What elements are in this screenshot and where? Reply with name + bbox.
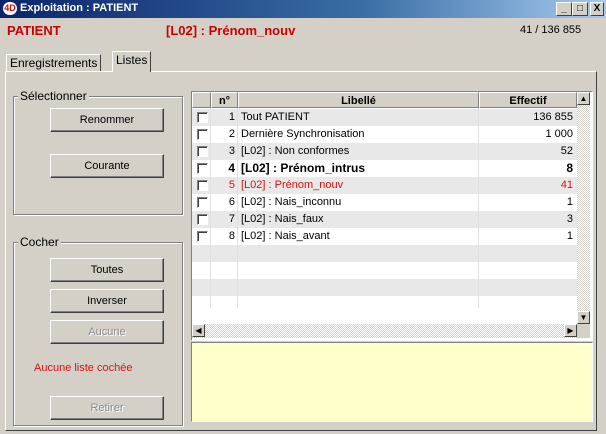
row-count: 41 bbox=[560, 179, 573, 191]
tab-enregistrements[interactable]: Enregistrements bbox=[6, 54, 102, 72]
scroll-down-arrow-icon[interactable]: ▼ bbox=[577, 311, 590, 324]
check-all-button[interactable]: Toutes bbox=[50, 258, 164, 282]
header-label[interactable]: Libellé bbox=[238, 92, 479, 108]
table-row[interactable]: 5 [L02] : Prénom_nouv 41 bbox=[192, 177, 577, 194]
check-status-text: Aucune liste cochée bbox=[34, 362, 133, 374]
column-divider bbox=[478, 108, 479, 308]
row-count: 1 bbox=[566, 196, 573, 208]
table-row[interactable]: 8 [L02] : Nais_avant 1 bbox=[192, 228, 577, 245]
row-number: 6 bbox=[228, 196, 235, 208]
table-row[interactable]: 2 Dernière Synchronisation 1 000 bbox=[192, 126, 577, 143]
close-button[interactable]: X bbox=[590, 2, 604, 16]
select-group-title: Sélectionner bbox=[18, 89, 89, 103]
table-row[interactable]: 7 [L02] : Nais_faux 3 bbox=[192, 211, 577, 228]
row-label: [L02] : Prénom_nouv bbox=[241, 179, 344, 191]
row-label: [L02] : Nais_faux bbox=[241, 213, 324, 225]
tab-listes[interactable]: Listes bbox=[112, 51, 152, 72]
row-number: 4 bbox=[228, 161, 235, 175]
table-row-empty bbox=[192, 279, 577, 296]
table-row[interactable]: 3 [L02] : Non conformes 52 bbox=[192, 143, 577, 160]
row-count: 3 bbox=[566, 213, 573, 225]
table-row-empty bbox=[192, 296, 577, 313]
table-row-empty bbox=[192, 262, 577, 279]
4d-app-icon[interactable]: 4D bbox=[3, 2, 17, 15]
horizontal-scrollbar[interactable] bbox=[192, 324, 577, 338]
row-checkbox[interactable] bbox=[197, 112, 208, 123]
row-label: Dernière Synchronisation bbox=[241, 128, 365, 140]
row-checkbox[interactable] bbox=[197, 163, 208, 174]
list-note-area[interactable] bbox=[191, 342, 593, 422]
maximize-button[interactable]: □ bbox=[572, 2, 588, 16]
row-checkbox[interactable] bbox=[197, 197, 208, 208]
remove-button[interactable]: Retirer bbox=[50, 396, 164, 420]
row-count: 1 000 bbox=[545, 128, 573, 140]
row-number: 5 bbox=[228, 179, 235, 191]
record-count: 41 / 136 855 bbox=[520, 24, 582, 36]
column-divider bbox=[210, 108, 211, 308]
table-name: PATIENT bbox=[7, 23, 61, 38]
rename-button[interactable]: Renommer bbox=[50, 108, 164, 132]
window-title: Exploitation : PATIENT bbox=[20, 2, 139, 14]
row-number: 8 bbox=[228, 230, 235, 242]
lists-table[interactable]: n° Libellé Effectif 1 Tout PATIENT 136 855… bbox=[191, 91, 593, 341]
scrollbar-corner bbox=[577, 324, 590, 338]
minimize-button[interactable]: _ bbox=[556, 2, 572, 16]
uncheck-all-button[interactable]: Aucune bbox=[50, 320, 164, 344]
row-label: [L02] : Nais_inconnu bbox=[241, 196, 342, 208]
invert-button[interactable]: Inverser bbox=[50, 289, 164, 313]
header-num[interactable]: n° bbox=[211, 92, 238, 108]
table-row-empty bbox=[192, 245, 577, 262]
vertical-scrollbar[interactable] bbox=[577, 92, 590, 324]
row-number: 1 bbox=[228, 111, 235, 123]
selection-name: [L02] : Prénom_nouv bbox=[166, 23, 296, 38]
row-count: 1 bbox=[566, 230, 573, 242]
header-checkbox-column[interactable] bbox=[192, 92, 211, 108]
table-row[interactable]: 1 Tout PATIENT 136 855 bbox=[192, 109, 577, 126]
row-label: [L02] : Nais_avant bbox=[241, 230, 330, 242]
row-number: 7 bbox=[228, 213, 235, 225]
row-checkbox[interactable] bbox=[197, 231, 208, 242]
header-count[interactable]: Effectif bbox=[479, 92, 577, 108]
row-number: 2 bbox=[228, 128, 235, 140]
row-count: 8 bbox=[566, 161, 573, 175]
table-row[interactable]: 4 [L02] : Prénom_intrus 8 bbox=[192, 160, 577, 177]
row-checkbox[interactable] bbox=[197, 146, 208, 157]
scroll-up-arrow-icon[interactable]: ▲ bbox=[577, 92, 590, 105]
row-label: Tout PATIENT bbox=[241, 111, 310, 123]
column-divider bbox=[237, 108, 238, 308]
row-checkbox[interactable] bbox=[197, 180, 208, 191]
row-count: 52 bbox=[560, 145, 573, 157]
row-checkbox[interactable] bbox=[197, 129, 208, 140]
check-group-title: Cocher bbox=[18, 235, 61, 249]
table-row[interactable]: 6 [L02] : Nais_inconnu 1 bbox=[192, 194, 577, 211]
current-button[interactable]: Courante bbox=[50, 154, 164, 178]
row-label: [L02] : Non conformes bbox=[241, 145, 350, 157]
row-checkbox[interactable] bbox=[197, 214, 208, 225]
scroll-right-arrow-icon[interactable]: ▶ bbox=[564, 324, 577, 337]
row-count: 136 855 bbox=[533, 111, 573, 123]
row-number: 3 bbox=[228, 145, 235, 157]
scroll-left-arrow-icon[interactable]: ◀ bbox=[192, 324, 205, 337]
title-bar[interactable]: 4D Exploitation : PATIENT _ □ X bbox=[0, 0, 606, 18]
row-label: [L02] : Prénom_intrus bbox=[241, 161, 366, 175]
